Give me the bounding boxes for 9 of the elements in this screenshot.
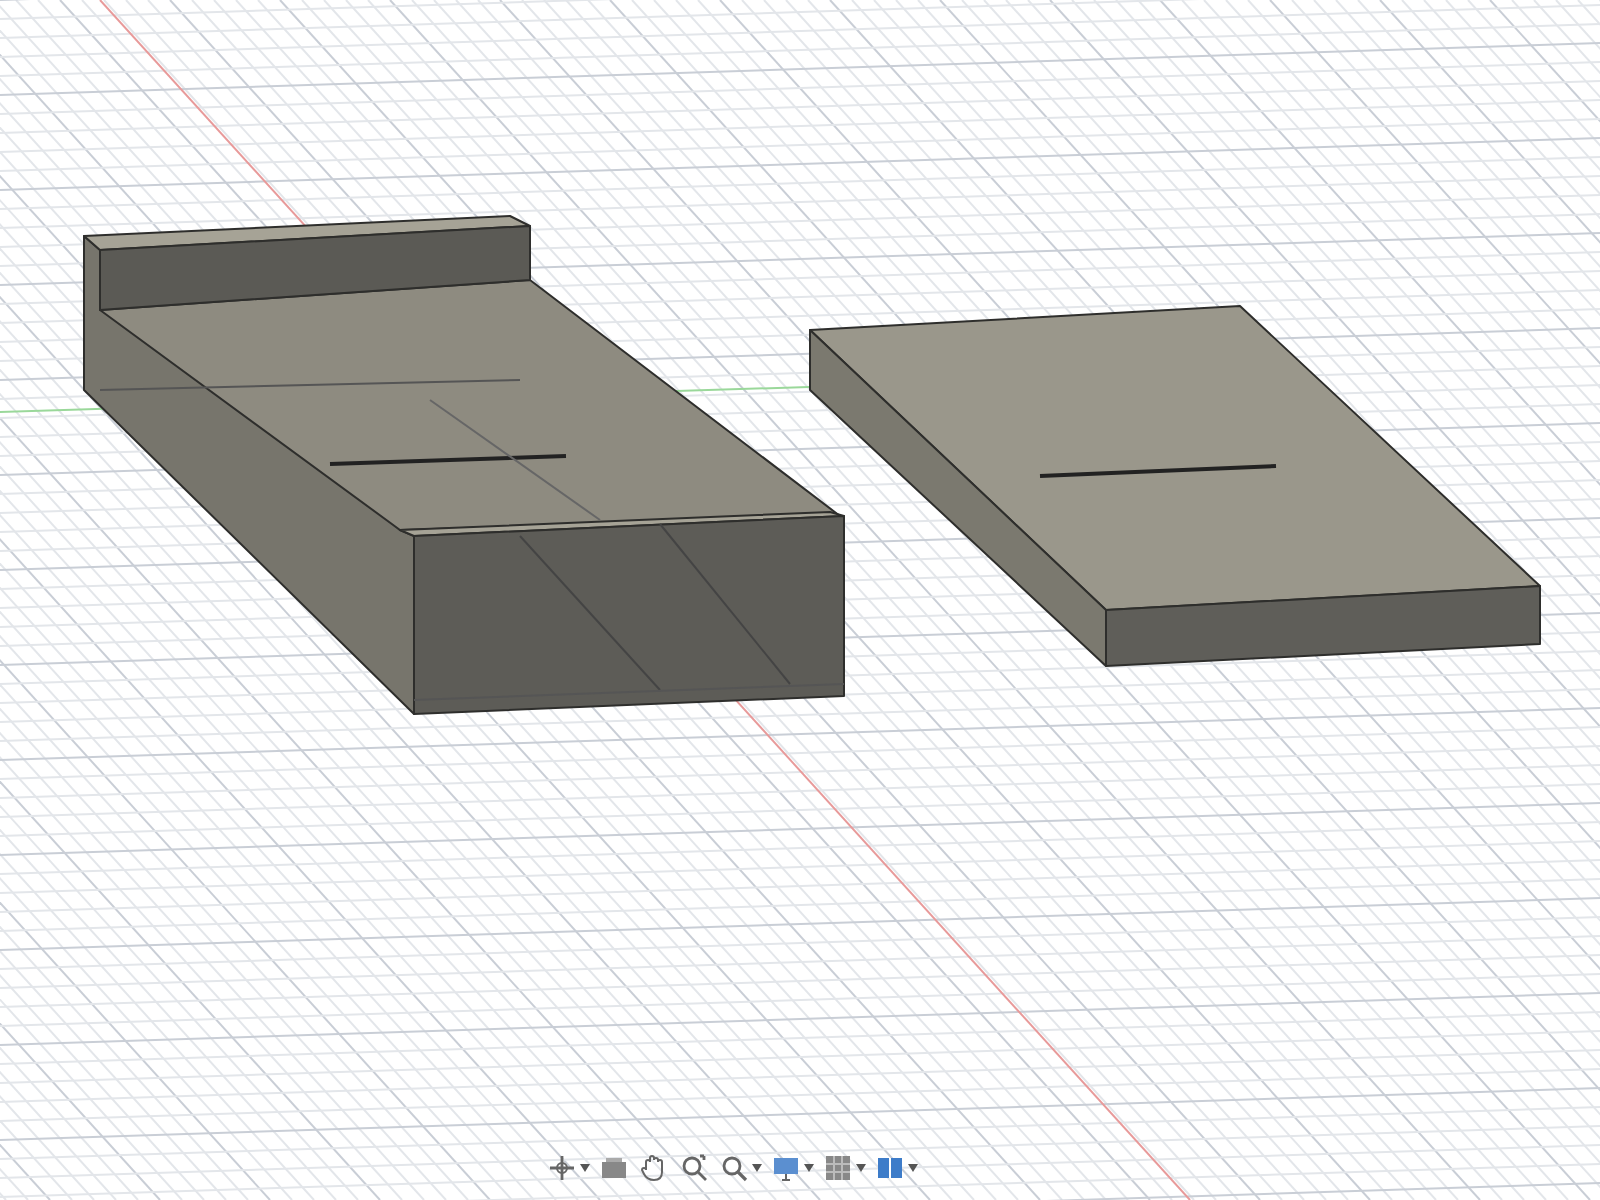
magnifier-icon xyxy=(678,1152,710,1184)
magnifier-icon xyxy=(718,1152,750,1184)
split-view-icon xyxy=(874,1152,906,1184)
grid-button[interactable] xyxy=(820,1150,868,1186)
grid-icon xyxy=(822,1152,854,1184)
box-icon xyxy=(598,1152,630,1184)
orbit-button[interactable] xyxy=(544,1150,592,1186)
crosshair-arrows-icon xyxy=(546,1152,578,1184)
monitor-icon xyxy=(770,1152,802,1184)
